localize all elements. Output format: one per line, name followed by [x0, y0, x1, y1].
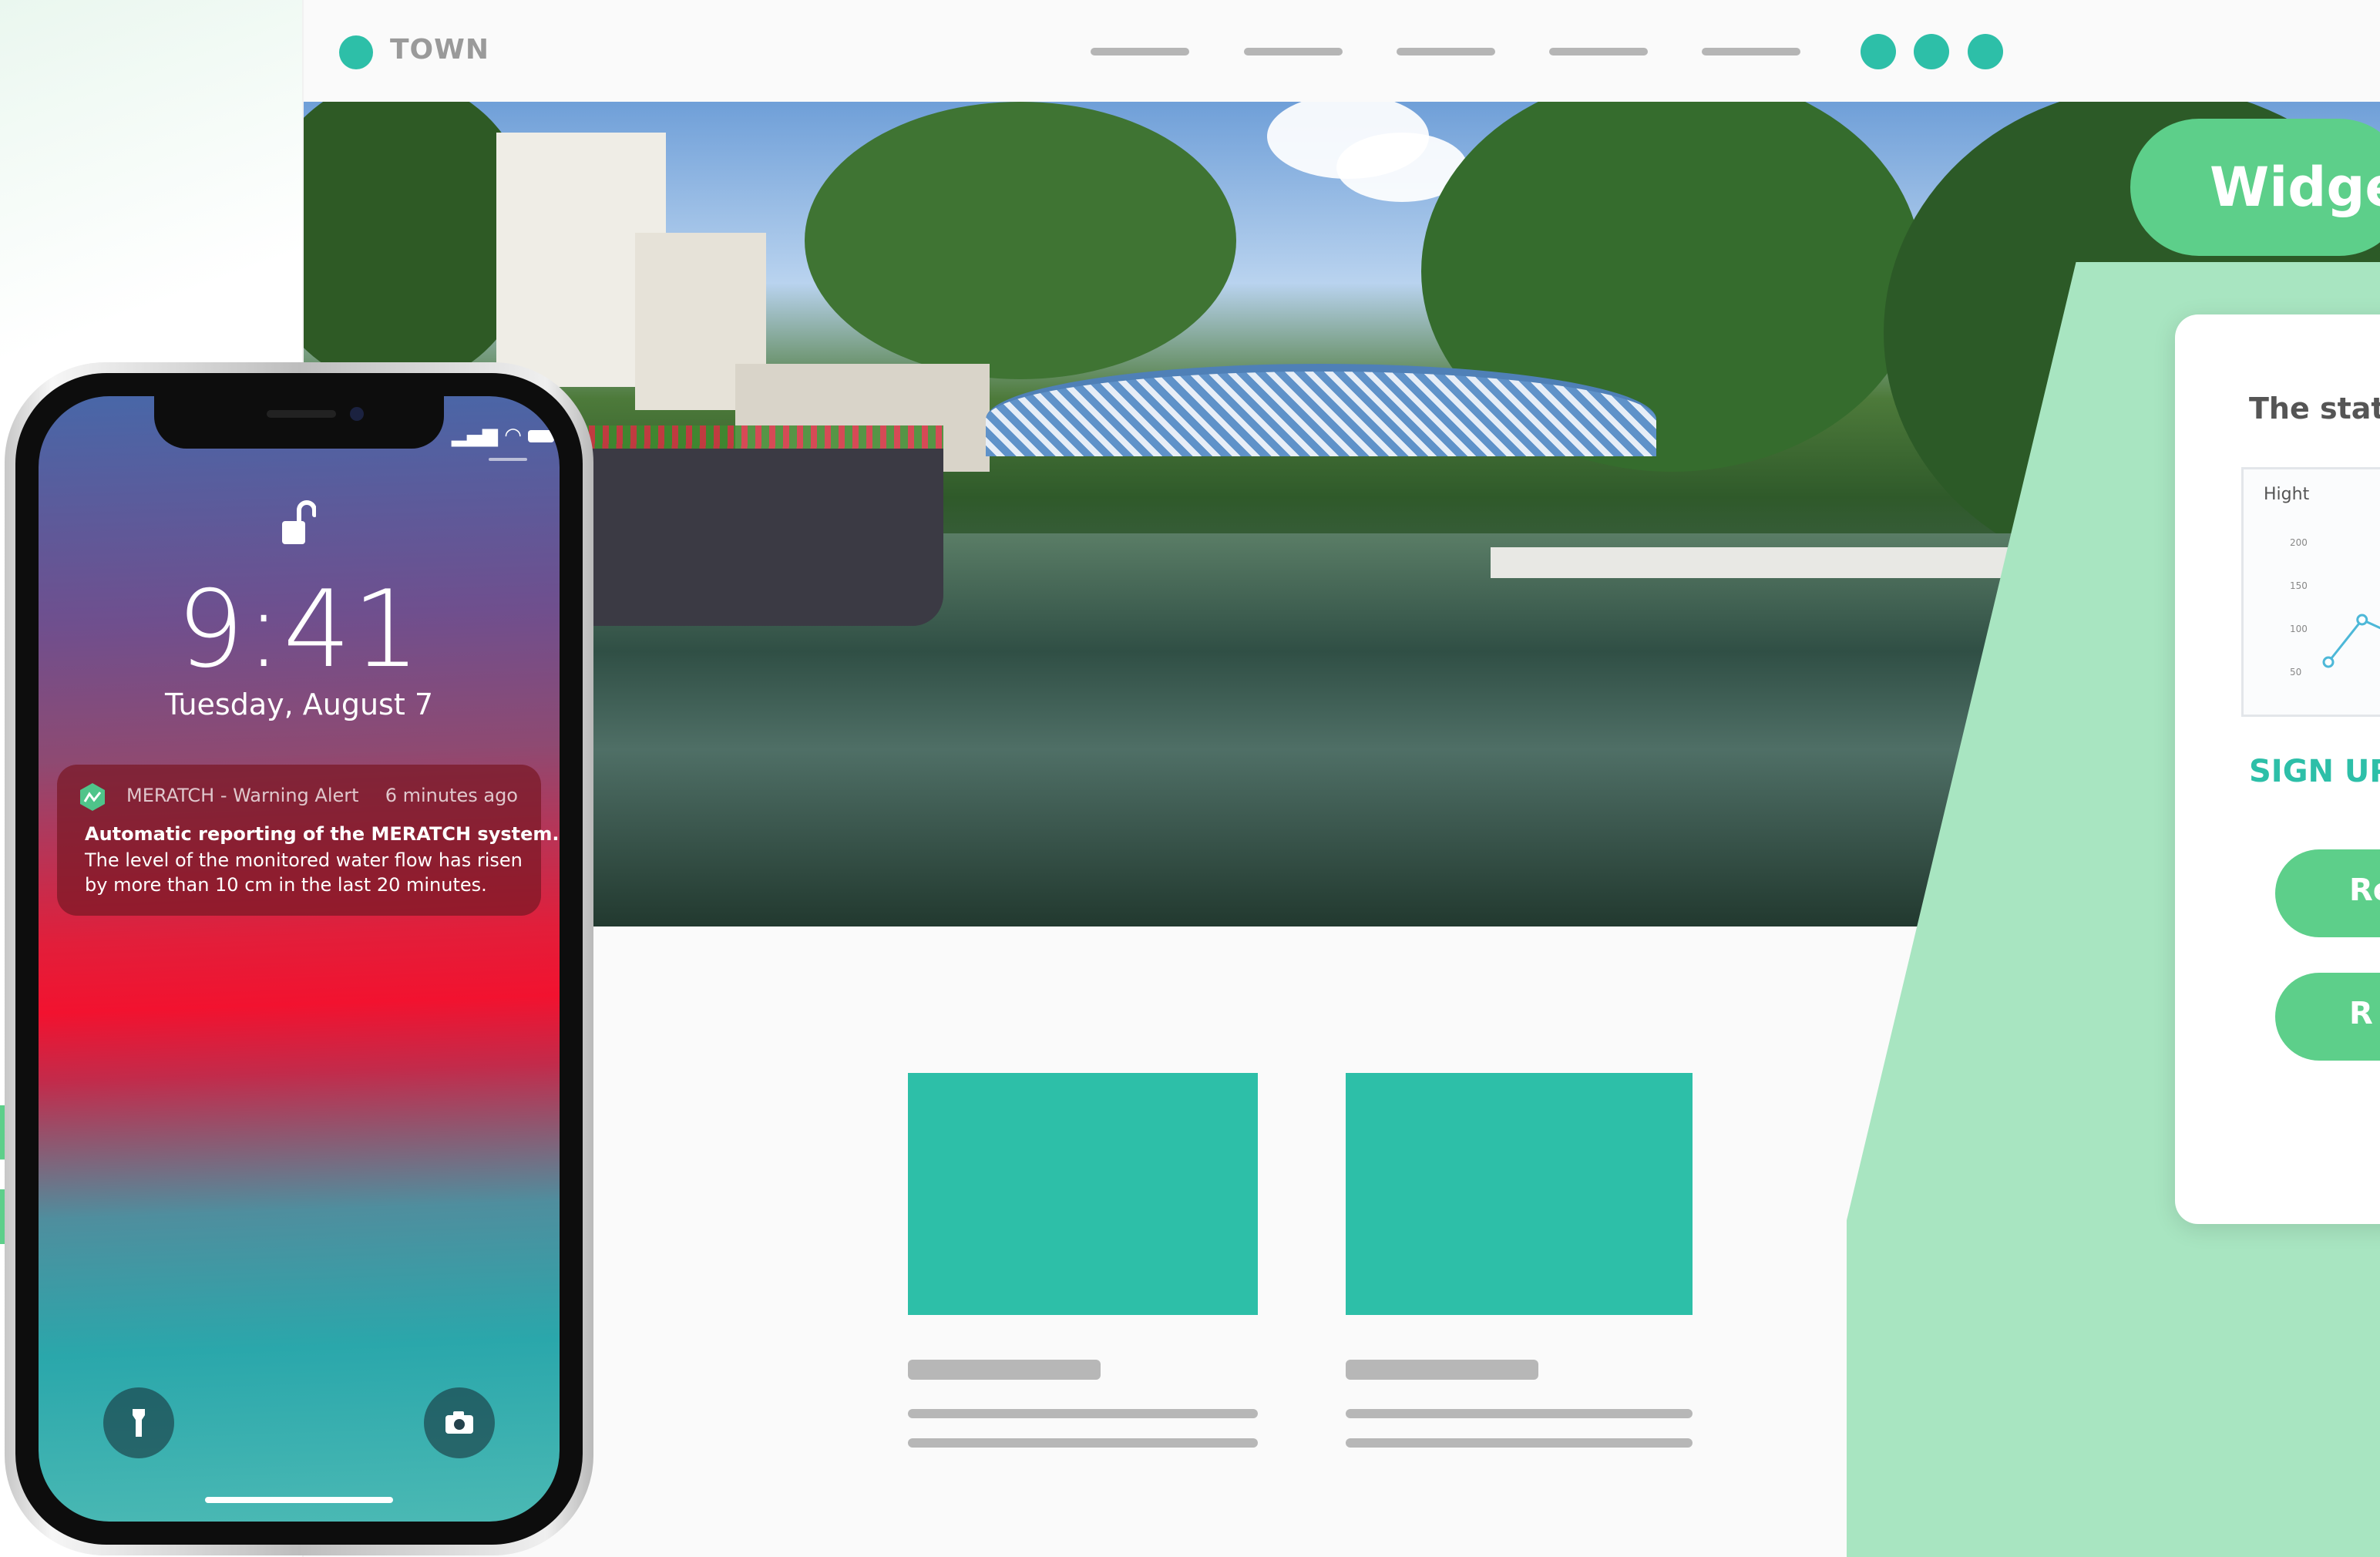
widget-button-2[interactable]: R	[2275, 973, 2380, 1061]
nav-circle-1[interactable]	[1861, 34, 1896, 69]
nav-circle-3[interactable]	[1968, 34, 2003, 69]
lock-screen: ▂▄▆ ◠ 9:41 Tuesday, August 7 MERATCH - W…	[39, 396, 560, 1522]
card-text-placeholder	[908, 1438, 1258, 1448]
widget-chart: Hight 200 150 100 50	[2241, 467, 2380, 717]
flashlight-button[interactable]	[103, 1387, 174, 1458]
widget-badge-label: Widge	[2210, 156, 2380, 219]
status-bar: ▂▄▆ ◠	[452, 424, 555, 447]
site-header: TOWN	[304, 0, 2380, 102]
card-title-placeholder-2	[908, 1360, 1101, 1380]
widget-button-1[interactable]: Re	[2275, 849, 2380, 937]
card-text-placeholder	[1346, 1409, 1693, 1418]
card-text-placeholder	[1346, 1438, 1693, 1448]
battery-icon	[528, 429, 555, 442]
nav-item-3[interactable]	[1397, 48, 1495, 55]
front-camera	[350, 407, 364, 421]
logo-text[interactable]: TOWN	[390, 34, 489, 66]
nav-item-5[interactable]	[1702, 48, 1800, 55]
widget-button-2-label: R	[2349, 996, 2373, 1031]
chart-plot-area	[2322, 614, 2380, 668]
nav-item-4[interactable]	[1549, 48, 1648, 55]
wifi-icon: ◠	[504, 424, 522, 447]
widget-card: The state Hight 200 150 100 50 SIGN UP R…	[2175, 314, 2380, 1224]
notification-time: 6 minutes ago	[385, 785, 518, 806]
nav-circle-2[interactable]	[1914, 34, 1949, 69]
lock-screen-date: Tuesday, August 7	[165, 688, 433, 721]
card-image-3[interactable]	[1346, 1073, 1693, 1315]
camera-button[interactable]	[424, 1387, 495, 1458]
nav-item-1[interactable]	[1091, 48, 1189, 55]
chart-point	[2322, 656, 2335, 668]
notification-card[interactable]: MERATCH - Warning Alert 6 minutes ago Au…	[57, 765, 560, 916]
card-image-2[interactable]	[908, 1073, 1258, 1315]
background-fade	[0, 0, 324, 401]
logo-dot[interactable]	[339, 35, 373, 69]
flashlight-icon	[133, 1409, 145, 1437]
card-title-placeholder-3	[1346, 1360, 1538, 1380]
signup-link[interactable]: SIGN UP	[2249, 754, 2380, 789]
signal-icon: ▂▄▆	[452, 424, 498, 447]
status-indicator	[489, 458, 527, 461]
meratch-app-icon	[80, 783, 105, 811]
tree	[805, 102, 1236, 379]
notification-app-name: MERATCH - Warning Alert	[126, 785, 359, 806]
home-indicator[interactable]	[205, 1497, 393, 1503]
chart-point	[2356, 614, 2368, 626]
nav-item-2[interactable]	[1244, 48, 1343, 55]
speaker-grille	[267, 410, 336, 418]
camera-icon	[445, 1411, 473, 1434]
lock-open-icon	[282, 500, 316, 544]
notification-body: The level of the monitored water flow ha…	[85, 849, 523, 896]
phone-mockup: ▂▄▆ ◠ 9:41 Tuesday, August 7 MERATCH - W…	[5, 362, 593, 1555]
lock-screen-time: 9:41	[176, 567, 422, 691]
notification-title: Automatic reporting of the MERATCH syste…	[85, 823, 560, 845]
widget-card-title: The state	[2249, 392, 2380, 425]
widget-button-1-label: Re	[2349, 873, 2380, 908]
phone-notch	[154, 396, 444, 449]
card-text-placeholder	[908, 1409, 1258, 1418]
widget-badge: Widge	[2130, 119, 2380, 256]
chart-series-line	[2327, 618, 2380, 663]
